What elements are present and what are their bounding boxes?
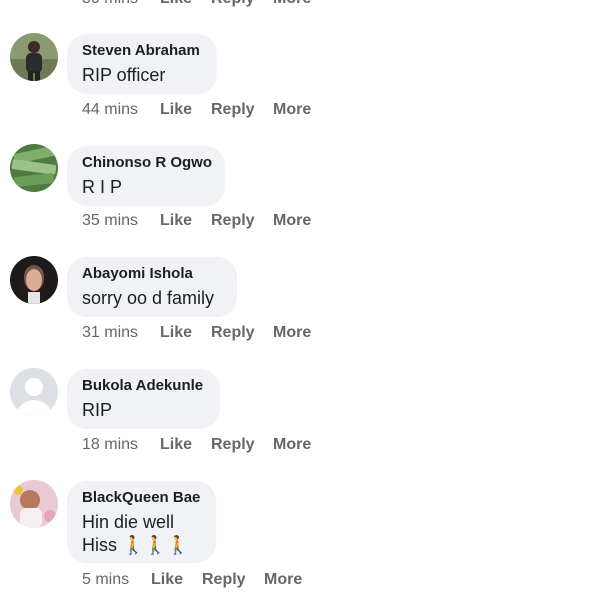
comment-author[interactable]: Chinonso R Ogwo — [82, 154, 212, 172]
comment-text: RIP — [82, 399, 204, 422]
reply-button[interactable]: Reply — [202, 570, 246, 590]
comment-time: 44 mins — [82, 101, 139, 118]
comment-bubble: Bukola Adekunle RIP — [67, 369, 220, 429]
avatar[interactable] — [10, 480, 58, 528]
comment-author[interactable]: Abayomi Ishola — [82, 265, 221, 283]
more-button[interactable]: More — [273, 435, 311, 455]
like-button[interactable]: Like — [160, 211, 192, 231]
comment-time: 31 mins — [82, 324, 139, 341]
comment-author[interactable]: Steven Abraham — [82, 42, 201, 60]
like-button[interactable]: Like — [160, 0, 192, 9]
comment-bubble: BlackQueen Bae Hin die well Hiss 🚶🚶🚶 — [67, 481, 216, 563]
comment-time: 5 mins — [82, 571, 130, 588]
avatar[interactable] — [10, 144, 58, 192]
comment-text: R I P — [82, 176, 209, 199]
reply-button[interactable]: Reply — [211, 211, 255, 231]
comment-text-line: RIP — [82, 400, 113, 420]
comment-bubble: Abayomi Ishola sorry oo d family — [67, 257, 237, 317]
reply-button[interactable]: Reply — [211, 323, 255, 343]
avatar[interactable] — [10, 33, 58, 81]
comment-text: RIP officer — [82, 64, 201, 87]
avatar[interactable] — [10, 256, 58, 304]
comment-bubble: Steven Abraham RIP officer — [67, 34, 217, 94]
comment-text-line: R I P — [82, 177, 123, 197]
more-button[interactable]: More — [264, 570, 302, 590]
comment-text-line: sorry oo d family — [82, 288, 215, 308]
more-button[interactable]: More — [273, 100, 311, 120]
comment-text-line: RIP officer — [82, 65, 166, 85]
more-button[interactable]: More — [273, 211, 311, 231]
like-button[interactable]: Like — [151, 570, 183, 590]
like-button[interactable]: Like — [160, 323, 192, 343]
comment-author[interactable]: Bukola Adekunle — [82, 377, 204, 395]
comment-time: 18 mins — [82, 436, 139, 453]
like-button[interactable]: Like — [160, 100, 192, 120]
comment-text: sorry oo d family — [82, 287, 221, 310]
comment-text-line: Hiss 🚶🚶🚶 — [82, 535, 190, 555]
comment-time: 35 mins — [82, 212, 139, 229]
default-avatar-icon[interactable] — [10, 368, 58, 416]
reply-button[interactable]: Reply — [211, 100, 255, 120]
comment-text: Hin die well Hiss 🚶🚶🚶 — [82, 511, 200, 557]
more-button[interactable]: More — [273, 323, 311, 343]
reply-button[interactable]: Reply — [211, 435, 255, 455]
comment-bubble: Chinonso R Ogwo R I P — [67, 146, 225, 206]
like-button[interactable]: Like — [160, 435, 192, 455]
comment-author[interactable]: BlackQueen Bae — [82, 489, 200, 507]
comment-text-line: Hin die well — [82, 512, 175, 532]
reply-button[interactable]: Reply — [211, 0, 255, 9]
more-button[interactable]: More — [273, 0, 311, 9]
comment-time: 30 mins — [82, 0, 138, 9]
